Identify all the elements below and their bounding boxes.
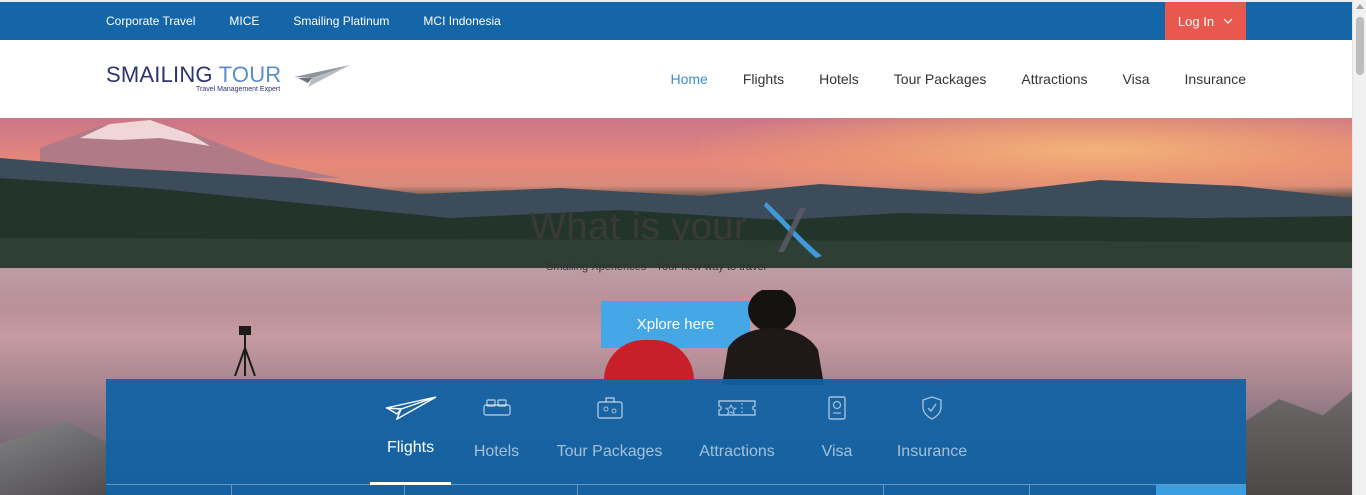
top-bar: Corporate Travel MICE Smailing Platinum … xyxy=(0,0,1352,40)
nav-visa[interactable]: Visa xyxy=(1123,71,1150,87)
login-button[interactable]: Log In xyxy=(1165,2,1246,40)
paper-plane-icon xyxy=(385,396,436,420)
nav-home[interactable]: Home xyxy=(671,71,708,87)
logo-plane-icon xyxy=(294,65,350,87)
top-link-mci-indonesia[interactable]: MCI Indonesia xyxy=(423,14,500,28)
top-link-corporate-travel[interactable]: Corporate Travel xyxy=(106,14,195,28)
scroll-thumb[interactable] xyxy=(1356,17,1364,75)
rocks-right xyxy=(1246,388,1352,495)
site-header: SMAILING TOUR Travel Management Expert H… xyxy=(0,40,1352,118)
nav-tour-packages[interactable]: Tour Packages xyxy=(894,71,987,87)
tab-visa[interactable]: Visa xyxy=(797,379,877,485)
tab-tour-packages[interactable]: Tour Packages xyxy=(542,379,677,485)
logo-tagline: Travel Management Expert xyxy=(196,86,281,93)
field-divider xyxy=(577,485,578,495)
logo-wordmark: SMAILING TOUR xyxy=(106,62,282,87)
page-scrollbar[interactable] xyxy=(1352,0,1366,495)
login-label: Log In xyxy=(1177,13,1215,29)
tab-label: Attractions xyxy=(699,443,775,460)
ticket-icon xyxy=(718,400,756,416)
brand-x-icon xyxy=(764,202,822,258)
field-divider xyxy=(1029,485,1030,495)
chevron-down-icon xyxy=(1223,18,1233,24)
tab-label: Flights xyxy=(386,439,435,456)
hero-title: What is your xyxy=(530,206,748,248)
field-divider xyxy=(404,485,405,495)
search-panel: Flights Hotels Tour Packages Attractions… xyxy=(106,379,1246,495)
tab-label: Hotels xyxy=(473,443,520,460)
tab-label: Visa xyxy=(821,443,853,460)
tab-attractions[interactable]: Attractions xyxy=(677,379,797,485)
scroll-up-arrow-icon[interactable] xyxy=(1356,4,1364,9)
tab-insurance[interactable]: Insurance xyxy=(877,379,987,485)
nav-hotels[interactable]: Hotels xyxy=(819,71,859,87)
person-dark-hoodie xyxy=(722,290,824,385)
top-link-mice[interactable]: MICE xyxy=(229,14,259,28)
search-button[interactable] xyxy=(1156,485,1246,495)
bed-icon xyxy=(482,399,511,416)
camera-tripod xyxy=(234,326,256,376)
suitcase-icon xyxy=(596,397,623,419)
nav-attractions[interactable]: Attractions xyxy=(1021,71,1087,87)
driftwood-left xyxy=(0,421,110,495)
main-nav: Home Flights Hotels Tour Packages Attrac… xyxy=(636,40,1247,118)
top-links: Corporate Travel MICE Smailing Platinum … xyxy=(106,2,535,40)
tab-label: Insurance xyxy=(896,443,968,460)
hero-subtitle: Smailing Xperiences - Your new way to tr… xyxy=(546,261,767,273)
shield-check-icon xyxy=(922,396,942,420)
tab-label: Tour Packages xyxy=(556,443,663,460)
tab-hotels[interactable]: Hotels xyxy=(451,379,542,485)
top-link-smailing-platinum[interactable]: Smailing Platinum xyxy=(293,14,389,28)
nav-flights[interactable]: Flights xyxy=(743,71,784,87)
nav-insurance[interactable]: Insurance xyxy=(1185,71,1246,87)
search-form-row xyxy=(106,484,1246,495)
field-divider xyxy=(883,485,884,495)
field-divider xyxy=(231,485,232,495)
passport-icon xyxy=(828,396,846,420)
site-logo[interactable]: SMAILING TOUR Travel Management Expert xyxy=(106,62,356,102)
search-tabs: Flights Hotels Tour Packages Attractions… xyxy=(370,379,987,485)
tab-flights[interactable]: Flights xyxy=(370,379,451,485)
